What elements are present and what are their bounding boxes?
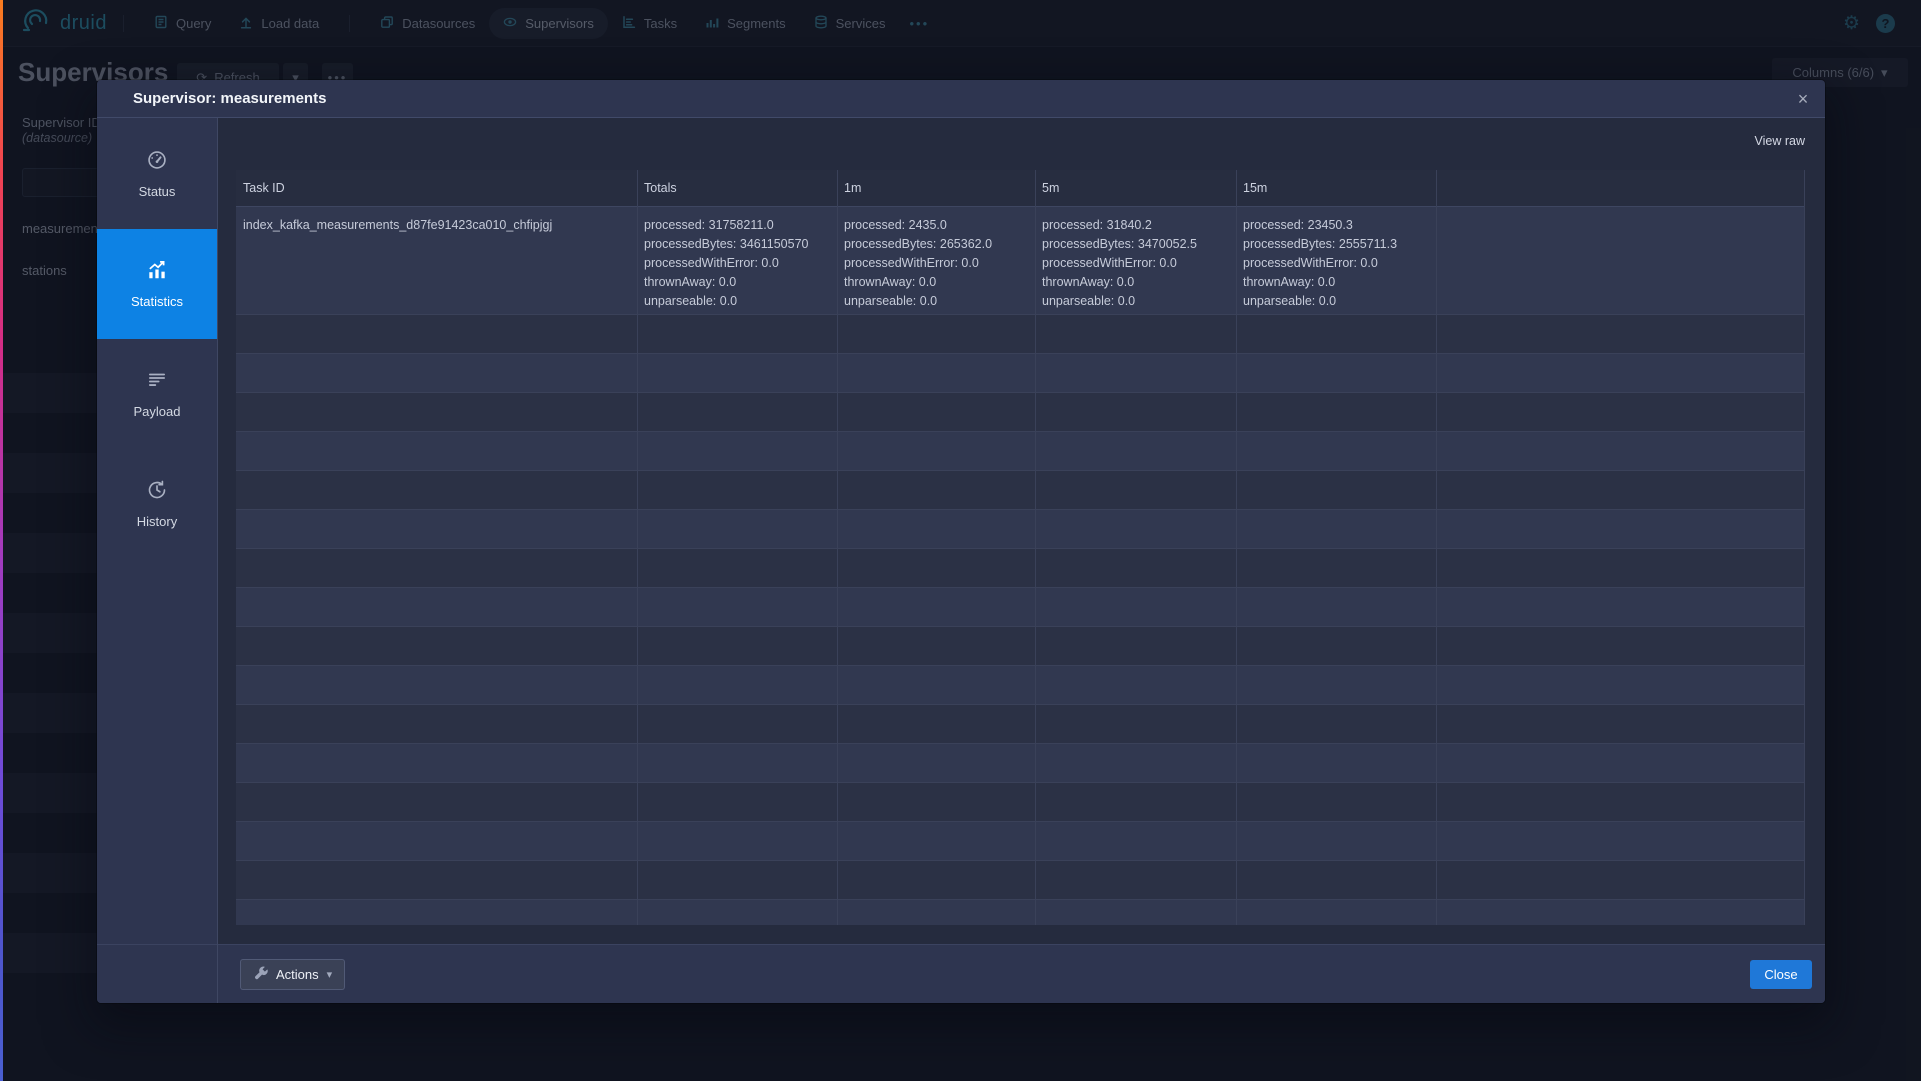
empty-table-row xyxy=(236,900,1805,925)
dialog-header: Supervisor: measurements × xyxy=(97,80,1825,118)
column-header-15m: 15m xyxy=(1236,170,1436,206)
sidebar-divider xyxy=(217,118,218,1003)
close-icon[interactable]: × xyxy=(1789,85,1817,113)
tab-label: Statistics xyxy=(131,294,183,309)
druid-console: druid Query Load data Datasources xyxy=(0,0,1921,1081)
15m-stats-cell: processed: 23450.3processedBytes: 255571… xyxy=(1236,207,1436,314)
empty-table-row xyxy=(236,627,1805,666)
supervisor-dialog: Supervisor: measurements × Status xyxy=(97,80,1825,1003)
actions-button[interactable]: Actions ▾ xyxy=(240,959,345,990)
tab-label: Payload xyxy=(134,404,181,419)
caret-down-icon: ▾ xyxy=(327,968,333,981)
gauge-dashboard-icon xyxy=(146,149,168,176)
totals-stats-cell: processed: 31758211.0processedBytes: 346… xyxy=(637,207,837,314)
empty-table-row xyxy=(236,822,1805,861)
wrench-icon xyxy=(253,966,268,984)
dialog-title: Supervisor: measurements xyxy=(133,90,326,107)
text-lines-icon xyxy=(146,369,168,396)
tab-history[interactable]: History xyxy=(97,449,217,559)
screen-edge-gradient xyxy=(0,0,3,1081)
1m-stats-cell: processed: 2435.0processedBytes: 265362.… xyxy=(837,207,1035,314)
view-raw-link[interactable]: View raw xyxy=(1755,134,1805,148)
column-header-empty xyxy=(1436,170,1805,206)
column-divider xyxy=(1035,170,1036,925)
empty-table-row xyxy=(236,549,1805,588)
column-divider xyxy=(1236,170,1237,925)
empty-rows xyxy=(236,315,1805,925)
empty-cell xyxy=(1436,207,1805,314)
empty-table-row xyxy=(236,588,1805,627)
empty-table-row xyxy=(236,666,1805,705)
empty-table-row xyxy=(236,432,1805,471)
empty-table-row xyxy=(236,393,1805,432)
empty-table-row xyxy=(236,861,1805,900)
empty-table-row xyxy=(236,744,1805,783)
tab-statistics[interactable]: Statistics xyxy=(97,229,217,339)
history-clock-icon xyxy=(146,479,168,506)
dialog-footer: Actions ▾ Close xyxy=(97,944,1825,1003)
trending-chart-icon xyxy=(146,259,168,286)
column-header-task-id: Task ID xyxy=(236,170,637,206)
tab-payload[interactable]: Payload xyxy=(97,339,217,449)
tab-label: Status xyxy=(139,184,176,199)
column-divider xyxy=(1436,170,1437,925)
empty-table-row xyxy=(236,783,1805,822)
column-header-totals: Totals xyxy=(637,170,837,206)
empty-table-row xyxy=(236,354,1805,393)
column-header-5m: 5m xyxy=(1035,170,1236,206)
statistics-table: Task ID Totals 1m 5m 15m index_kafka_mea… xyxy=(236,170,1805,925)
table-header-row: Task ID Totals 1m 5m 15m xyxy=(236,170,1805,207)
5m-stats-cell: processed: 31840.2processedBytes: 347005… xyxy=(1035,207,1236,314)
column-header-1m: 1m xyxy=(837,170,1035,206)
column-divider xyxy=(637,170,638,925)
table-right-border xyxy=(1804,170,1805,925)
table-row: index_kafka_measurements_d87fe91423ca010… xyxy=(236,207,1805,315)
tab-label: History xyxy=(137,514,177,529)
tab-status[interactable]: Status xyxy=(97,119,217,229)
close-button[interactable]: Close xyxy=(1750,960,1812,989)
statistics-panel: View raw Task ID Totals 1m 5m 15m index_… xyxy=(217,118,1825,944)
column-divider xyxy=(837,170,838,925)
actions-label: Actions xyxy=(276,967,319,982)
empty-table-row xyxy=(236,315,1805,354)
empty-table-row xyxy=(236,510,1805,549)
empty-table-row xyxy=(236,705,1805,744)
empty-table-row xyxy=(236,471,1805,510)
task-id-cell: index_kafka_measurements_d87fe91423ca010… xyxy=(236,207,637,314)
